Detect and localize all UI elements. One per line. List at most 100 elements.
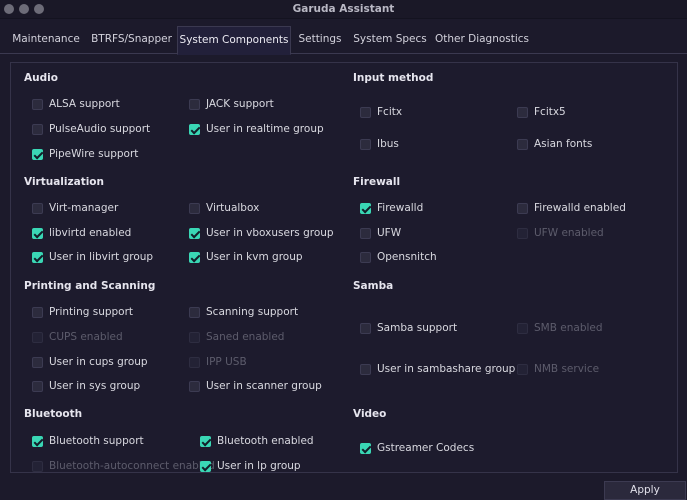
tab-btrfs-snapper[interactable]: BTRFS/Snapper [87, 26, 176, 54]
scanning-support-checkbox[interactable]: Scanning support [189, 305, 298, 319]
checkbox-box [189, 202, 200, 214]
checkbox-label: User in sys group [49, 380, 141, 392]
sambashare-group-checkbox[interactable]: User in sambashare group [360, 362, 515, 376]
section-title-virtualization: Virtualization [24, 176, 105, 188]
nmb-service-checkbox[interactable]: NMB service [517, 362, 599, 376]
ufw-checkbox[interactable]: UFW [360, 226, 401, 240]
tab-settings[interactable]: Settings [294, 26, 346, 54]
checkbox-label: ALSA support [49, 98, 120, 110]
checkbox-box [360, 227, 371, 239]
ibus-checkbox[interactable]: Ibus [360, 137, 399, 151]
checkbox-box [32, 460, 43, 472]
checkbox-label: User in vboxusers group [206, 227, 334, 239]
checkbox-label: Bluetooth support [49, 435, 144, 447]
ipp-usb-checkbox[interactable]: IPP USB [189, 355, 247, 369]
saned-enabled-checkbox[interactable]: Saned enabled [189, 330, 284, 344]
checkbox-box [517, 202, 528, 214]
checkbox-box [189, 306, 200, 318]
title-bar: Garuda Assistant [0, 0, 687, 19]
checkbox-label: UFW enabled [534, 227, 604, 239]
checkbox-label: Opensnitch [377, 251, 437, 263]
checkbox-label: JACK support [206, 98, 274, 110]
checkbox-label: Virtualbox [206, 202, 260, 214]
checkbox-label: Fcitx [377, 106, 403, 118]
checkbox-box [32, 251, 43, 263]
cups-enabled-checkbox[interactable]: CUPS enabled [32, 330, 123, 344]
section-title-audio: Audio [24, 72, 58, 84]
firewalld-enabled-checkbox[interactable]: Firewalld enabled [517, 201, 626, 215]
bluetooth-support-checkbox[interactable]: Bluetooth support [32, 434, 144, 448]
section-title-bluetooth: Bluetooth [24, 408, 83, 420]
window-title: Garuda Assistant [292, 3, 395, 15]
bluetooth-enabled-checkbox[interactable]: Bluetooth enabled [200, 434, 314, 448]
checkbox-label: Virt-manager [49, 202, 119, 214]
checkbox-label: Asian fonts [534, 138, 593, 150]
libvirtd-checkbox[interactable]: libvirtd enabled [32, 226, 131, 240]
checkbox-label: Bluetooth enabled [217, 435, 314, 447]
checkbox-box [200, 435, 211, 447]
checkbox-box [189, 251, 200, 263]
checkbox-box [517, 322, 528, 334]
checkbox-box [189, 380, 200, 392]
smb-enabled-checkbox[interactable]: SMB enabled [517, 321, 603, 335]
tab-other-diagnostics[interactable]: Other Diagnostics [434, 26, 530, 54]
libvirt-group-checkbox[interactable]: User in libvirt group [32, 250, 153, 264]
cups-group-checkbox[interactable]: User in cups group [32, 355, 148, 369]
asian-fonts-checkbox[interactable]: Asian fonts [517, 137, 592, 151]
kvm-group-checkbox[interactable]: User in kvm group [189, 250, 303, 264]
opensnitch-checkbox[interactable]: Opensnitch [360, 250, 437, 264]
printing-support-checkbox[interactable]: Printing support [32, 305, 133, 319]
checkbox-box [360, 363, 371, 375]
checkbox-box [32, 123, 43, 135]
firewalld-checkbox[interactable]: Firewalld [360, 201, 423, 215]
fcitx-checkbox[interactable]: Fcitx [360, 105, 402, 119]
checkbox-box [189, 98, 200, 110]
checkbox-label: UFW [377, 227, 402, 239]
samba-support-checkbox[interactable]: Samba support [360, 321, 457, 335]
section-title-printing: Printing and Scanning [24, 280, 156, 292]
checkbox-box [360, 106, 371, 118]
checkbox-label: Firewalld enabled [534, 202, 626, 214]
checkbox-box [189, 331, 200, 343]
scanner-group-checkbox[interactable]: User in scanner group [189, 379, 322, 393]
bluetooth-autoconnect-checkbox[interactable]: Bluetooth-autoconnect enabled [32, 459, 215, 473]
checkbox-label: CUPS enabled [49, 331, 123, 343]
section-title-video: Video [353, 408, 387, 420]
jack-checkbox[interactable]: JACK support [189, 97, 274, 111]
sys-group-checkbox[interactable]: User in sys group [32, 379, 140, 393]
alsa-checkbox[interactable]: ALSA support [32, 97, 120, 111]
checkbox-label: User in lp group [217, 460, 301, 472]
tab-system-components[interactable]: System Components [177, 26, 291, 55]
gstreamer-codecs-checkbox[interactable]: Gstreamer Codecs [360, 441, 474, 455]
pulseaudio-checkbox[interactable]: PulseAudio support [32, 122, 150, 136]
checkbox-label: Gstreamer Codecs [377, 442, 475, 454]
checkbox-label: NMB service [534, 363, 600, 375]
section-title-input-method: Input method [353, 72, 434, 84]
checkbox-box [32, 98, 43, 110]
vboxusers-group-checkbox[interactable]: User in vboxusers group [189, 226, 334, 240]
checkbox-label: User in cups group [49, 356, 148, 368]
lp-group-checkbox[interactable]: User in lp group [200, 459, 301, 473]
checkbox-label: User in realtime group [206, 123, 324, 135]
apply-button[interactable]: Apply [604, 481, 686, 500]
checkbox-label: User in kvm group [206, 251, 303, 263]
virt-manager-checkbox[interactable]: Virt-manager [32, 201, 118, 215]
checkbox-label: Scanning support [206, 306, 299, 318]
checkbox-box [360, 202, 371, 214]
virtualbox-checkbox[interactable]: Virtualbox [189, 201, 259, 215]
checkbox-label: User in sambashare group [377, 363, 516, 375]
checkbox-label: Bluetooth-autoconnect enabled [49, 460, 215, 472]
tab-maintenance[interactable]: Maintenance [8, 26, 84, 54]
tab-system-specs[interactable]: System Specs [350, 26, 430, 54]
checkbox-box [517, 138, 528, 150]
checkbox-box [200, 460, 211, 472]
checkbox-label: Fcitx5 [534, 106, 566, 118]
checkbox-label: PipeWire support [49, 148, 139, 160]
fcitx5-checkbox[interactable]: Fcitx5 [517, 105, 566, 119]
checkbox-box [32, 227, 43, 239]
checkbox-label: Saned enabled [206, 331, 285, 343]
realtime-group-checkbox[interactable]: User in realtime group [189, 122, 324, 136]
ufw-enabled-checkbox[interactable]: UFW enabled [517, 226, 604, 240]
checkbox-box [32, 306, 43, 318]
pipewire-checkbox[interactable]: PipeWire support [32, 147, 138, 161]
